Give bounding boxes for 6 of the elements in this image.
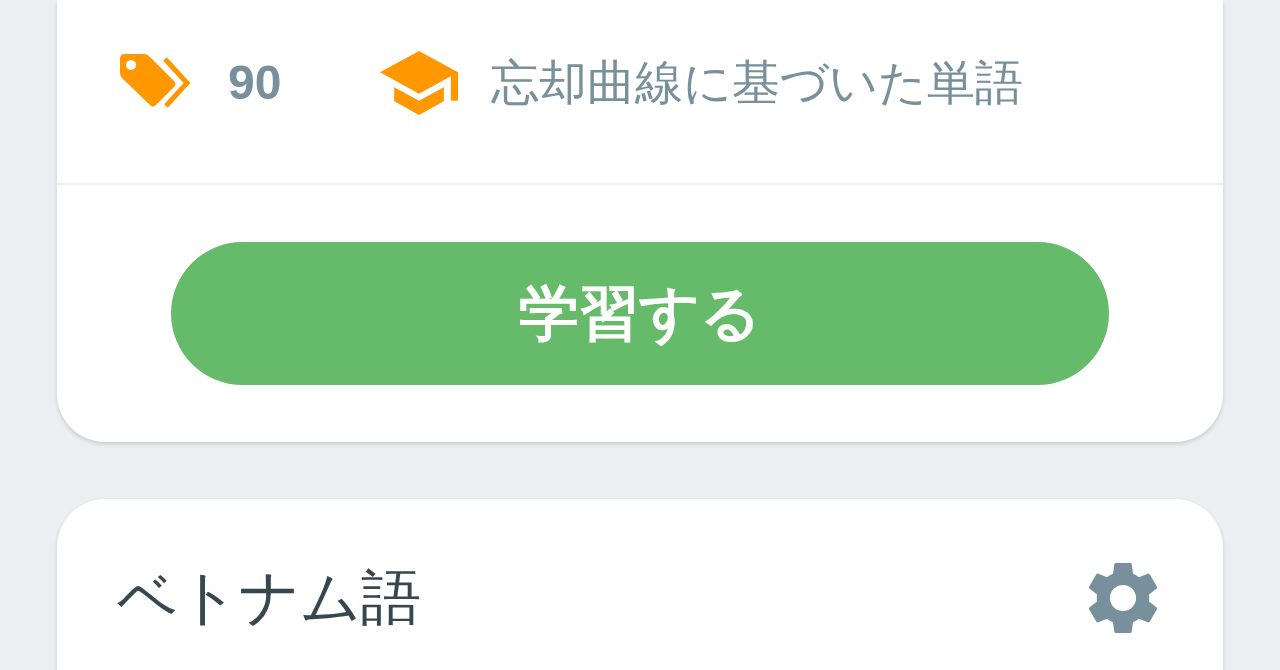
graduation-cap-icon xyxy=(380,50,459,115)
study-button[interactable]: 学習する xyxy=(171,242,1109,385)
settings-icon[interactable] xyxy=(1088,563,1158,633)
tag-count: 90 xyxy=(228,58,282,107)
language-title: ベトナム語 xyxy=(117,563,421,633)
study-mode-label: 忘却曲線に基づいた単語 xyxy=(491,58,1024,107)
